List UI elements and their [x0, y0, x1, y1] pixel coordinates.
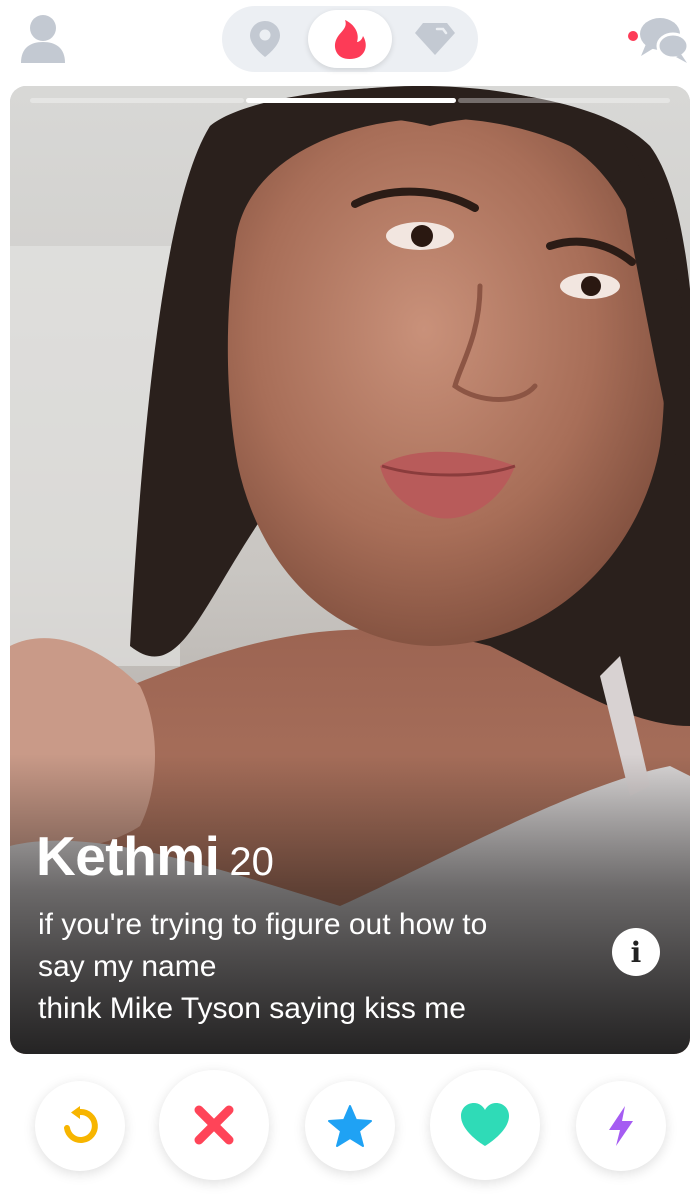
photo-indicator[interactable]	[458, 98, 670, 103]
tab-gold[interactable]	[392, 6, 478, 72]
diamond-icon	[415, 23, 455, 55]
x-icon	[194, 1105, 234, 1145]
profile-age: 20	[229, 840, 274, 884]
star-icon	[328, 1105, 372, 1147]
profile-button[interactable]	[18, 12, 68, 64]
like-button[interactable]	[430, 1070, 540, 1180]
notification-dot	[628, 31, 638, 41]
mode-switcher	[222, 6, 478, 72]
photo-progress	[30, 98, 670, 104]
super-like-button[interactable]	[305, 1081, 395, 1171]
messages-button[interactable]	[626, 12, 690, 66]
photo-indicator-active[interactable]	[246, 98, 456, 103]
photo-indicator[interactable]	[30, 98, 244, 103]
bio-line: if you're trying to figure out how to	[38, 908, 488, 941]
rewind-button[interactable]	[35, 1081, 125, 1171]
top-navigation-bar	[0, 0, 700, 80]
lightning-icon	[609, 1106, 633, 1146]
tab-location[interactable]	[222, 6, 308, 72]
info-icon: i	[630, 935, 642, 969]
bio-line: think Mike Tyson saying kiss me	[38, 992, 466, 1025]
rewind-icon	[64, 1106, 98, 1143]
profile-name: Kethmi	[36, 825, 220, 887]
info-button[interactable]: i	[612, 928, 660, 976]
boost-button[interactable]	[576, 1081, 666, 1171]
heart-icon	[461, 1103, 509, 1146]
bio-line: say my name	[38, 950, 217, 983]
nope-button[interactable]	[159, 1070, 269, 1180]
chat-bubbles-icon	[628, 18, 690, 63]
flame-icon	[334, 20, 366, 59]
profile-bio: if you're trying to figure out how to sa…	[38, 904, 598, 1030]
person-icon	[21, 15, 65, 63]
tab-discover[interactable]	[307, 6, 393, 72]
profile-card[interactable]: Kethmi 20 if you're trying to figure out …	[10, 86, 690, 1054]
location-pin-icon	[250, 21, 280, 57]
name-age-line: Kethmi 20	[36, 824, 274, 888]
